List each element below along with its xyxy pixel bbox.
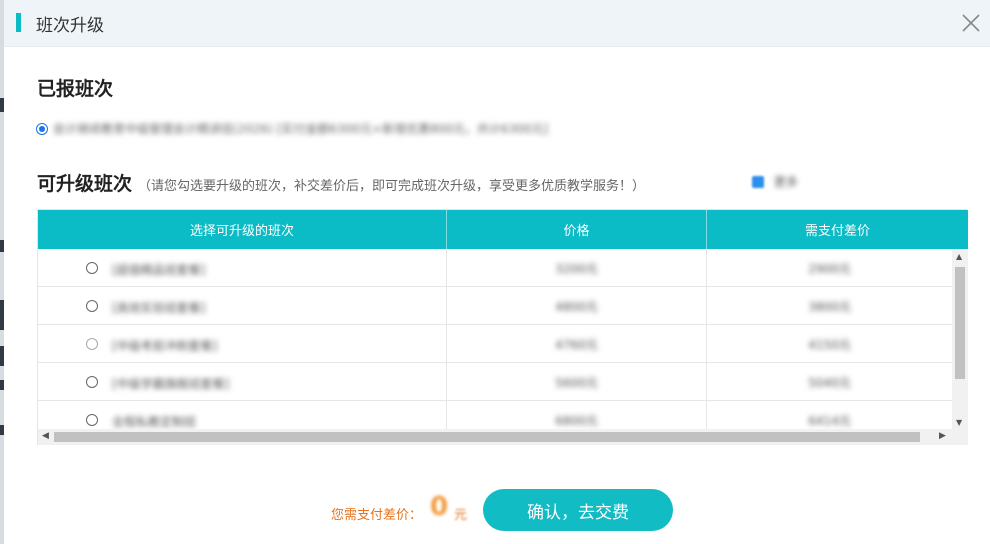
table-row[interactable]: [高效实验班套餐] 4800元 3800元 <box>38 287 952 325</box>
row-radio[interactable] <box>86 338 98 350</box>
row-class-name: [中级考前冲刺套餐] <box>112 339 218 353</box>
header-price: 价格 <box>447 210 707 249</box>
table-row[interactable]: [中级考前冲刺套餐] 4760元 4150元 <box>38 325 952 363</box>
row-price: 6800元 <box>555 413 598 428</box>
registered-class-text: 会计继续教育中级管理会计精讲班(2026) [实付金额6300元+新增优惠800… <box>53 122 549 136</box>
header-price-diff: 需支付差价 <box>804 224 870 239</box>
row-price: 4760元 <box>555 337 598 352</box>
background-page-edge <box>0 0 4 544</box>
row-diff: 5040元 <box>808 375 851 390</box>
table-row[interactable]: [超值精品班套餐] 3200元 2900元 <box>38 249 952 287</box>
row-class-name: [中级学霸旗舰班套餐] <box>112 377 230 391</box>
price-diff-unit: 元 <box>454 508 468 523</box>
header-select-class: 选择可升级的班次 <box>38 210 447 249</box>
close-icon[interactable] <box>960 12 982 34</box>
row-class-name: [高效实验班套餐] <box>112 301 206 315</box>
table-row[interactable]: 全程私教定制班 6800元 6414元 <box>38 401 952 429</box>
price-diff-amount: 0 <box>430 492 449 522</box>
row-diff: 2900元 <box>808 261 851 276</box>
row-price: 5600元 <box>555 375 598 390</box>
scroll-left-icon[interactable]: ◀ <box>42 431 49 441</box>
upgradable-heading-text: 可升级班次 <box>37 173 133 195</box>
upgradable-hint: （请您勾选要升级的班次，补交差价后，即可完成班次升级，享受更多优质教学服务！） <box>138 179 646 194</box>
row-radio[interactable] <box>86 376 98 388</box>
upgradable-heading: 可升级班次 （请您勾选要升级的班次，补交差价后，即可完成班次升级，享受更多优质教学… <box>37 169 645 196</box>
row-radio[interactable] <box>86 414 98 426</box>
price-diff-label: 您需支付差价： <box>331 508 423 523</box>
scroll-down-icon[interactable]: ▼ <box>956 418 962 427</box>
registered-class-radio[interactable] <box>36 123 48 135</box>
scroll-right-icon[interactable]: ▶ <box>939 431 946 441</box>
dialog-title: 班次升级 <box>36 16 104 36</box>
row-radio[interactable] <box>86 300 98 312</box>
row-radio[interactable] <box>86 262 98 274</box>
dialog-header: 班次升级 <box>4 0 990 47</box>
title-accent-bar <box>16 13 21 32</box>
side-option-checkbox[interactable] <box>752 175 764 188</box>
scroll-up-icon[interactable]: ▲ <box>956 252 962 261</box>
horizontal-scrollbar[interactable]: ◀ ▶ <box>38 429 968 445</box>
upgrade-table: 选择可升级的班次 价格 需支付差价 [超值精品班套餐] 3200元 2900元 … <box>37 209 968 445</box>
table-row[interactable]: [中级学霸旗舰班套餐] 5600元 5040元 <box>38 363 952 401</box>
vertical-scrollbar[interactable]: ▲ ▼ <box>952 249 968 429</box>
upgrade-dialog-page: 班次升级 已报班次 会计继续教育中级管理会计精讲班(2026) [实付金额630… <box>0 0 990 544</box>
side-option[interactable]: 更多 <box>752 173 798 190</box>
row-diff: 6414元 <box>808 413 851 428</box>
horizontal-scroll-thumb[interactable] <box>54 432 920 442</box>
confirm-pay-button[interactable]: 确认，去交费 <box>483 489 673 531</box>
vertical-scroll-thumb[interactable] <box>955 267 965 379</box>
row-diff: 3800元 <box>808 299 851 314</box>
row-price: 4800元 <box>555 299 598 314</box>
row-class-name: 全程私教定制班 <box>112 415 197 429</box>
row-price: 3200元 <box>555 261 598 276</box>
row-class-name: [超值精品班套餐] <box>112 263 206 277</box>
row-diff: 4150元 <box>808 337 851 352</box>
table-header: 选择可升级的班次 价格 需支付差价 <box>38 210 968 249</box>
side-option-label: 更多 <box>774 175 799 189</box>
registered-heading: 已报班次 <box>37 78 114 100</box>
table-body: [超值精品班套餐] 3200元 2900元 [高效实验班套餐] 4800元 38… <box>38 249 952 429</box>
